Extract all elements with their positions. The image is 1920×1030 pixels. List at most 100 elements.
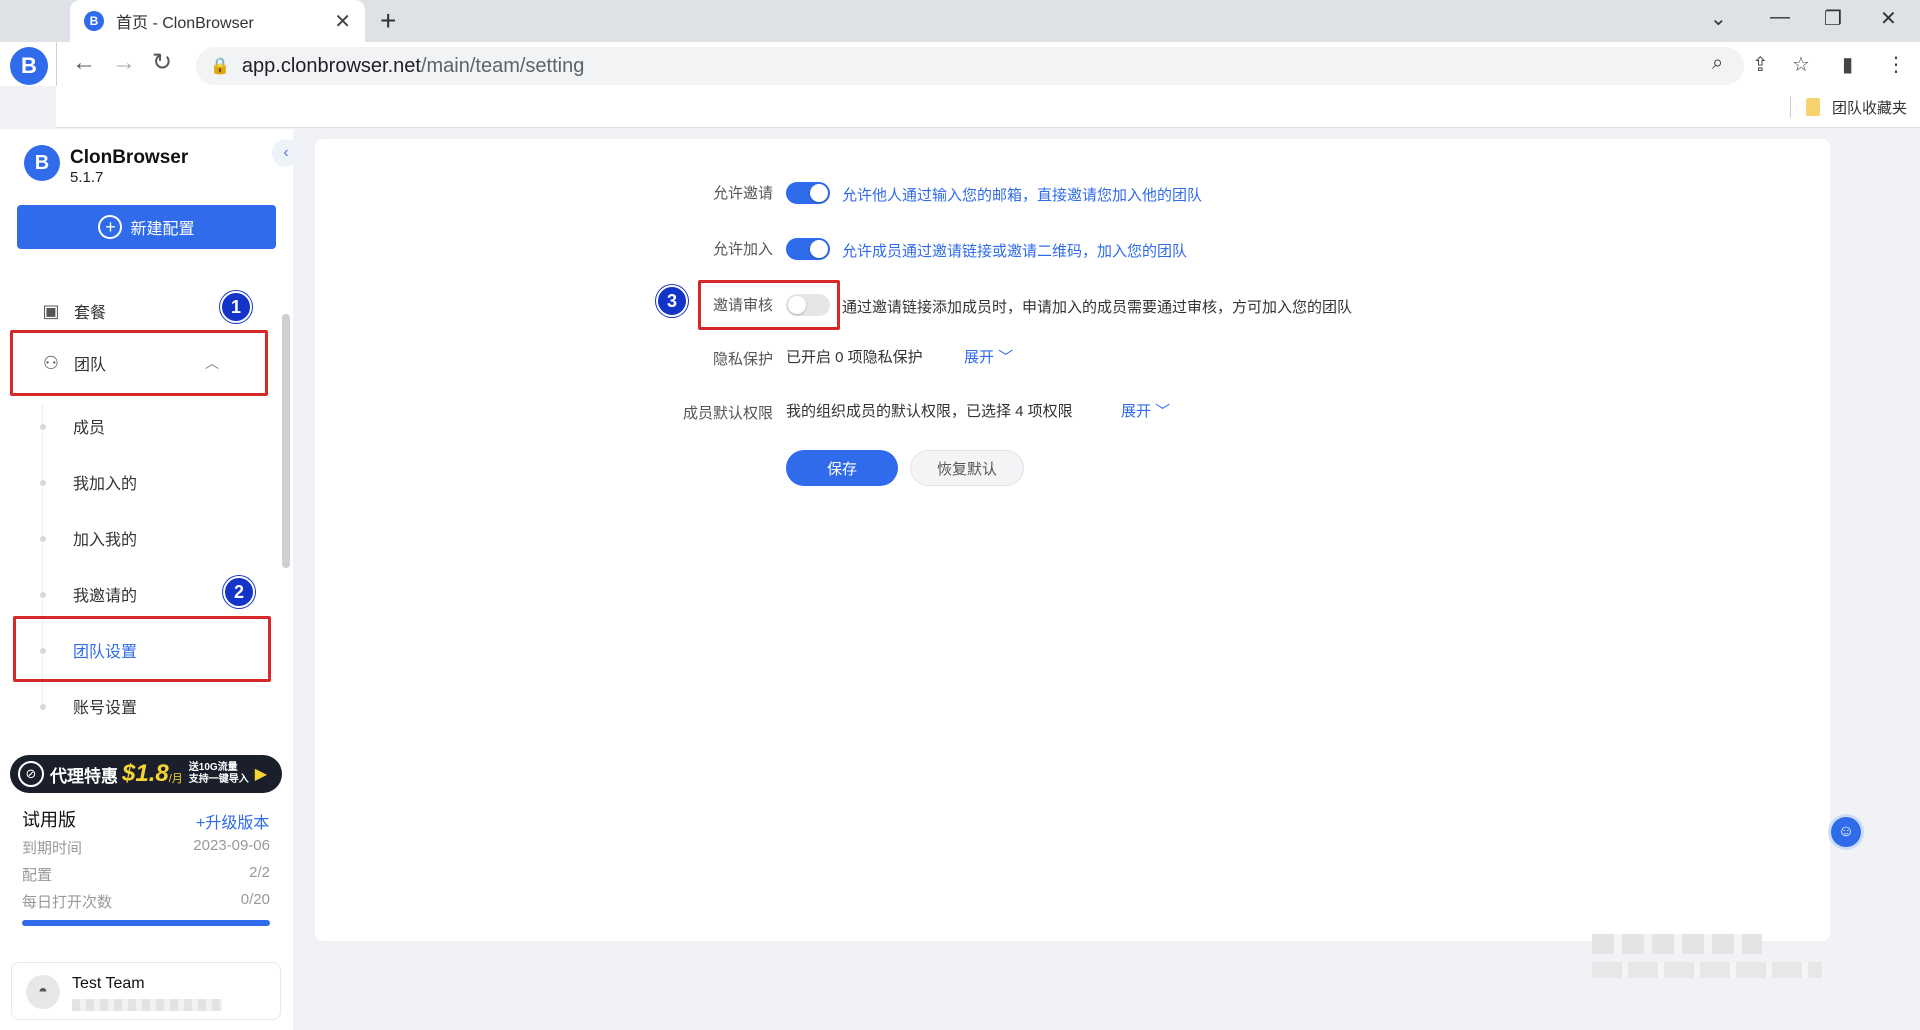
clonbrowser-logo-icon: B [24, 145, 60, 181]
back-icon[interactable]: ← [72, 48, 96, 78]
expand-label: 展开 [1121, 403, 1152, 420]
highlight-box-team-settings [13, 616, 271, 682]
plan-row-value: 2023-09-06 [193, 837, 270, 854]
brand-version: 5.1.7 [70, 169, 104, 186]
tree-dot [40, 480, 46, 486]
expand-label: 展开 [964, 349, 995, 366]
new-config-button[interactable]: + 新建配置 [17, 205, 276, 249]
side-panel-icon[interactable]: ▮ [1842, 52, 1853, 77]
promo-price: $1.8 [122, 760, 169, 787]
menu-kebab-icon[interactable]: ⋮ [1886, 52, 1906, 77]
support-chat-icon[interactable]: ☺ [1828, 814, 1864, 850]
highlight-box-team [10, 330, 268, 396]
tab-search-chevron-icon[interactable]: ⌄ [1710, 6, 1727, 31]
allow-join-desc: 允许成员通过邀请链接或邀请二维码，加入您的团队 [842, 243, 1188, 260]
default-perms-label: 成员默认权限 [682, 405, 773, 422]
tree-dot [40, 704, 46, 710]
step-badge-3: 3 [656, 285, 688, 317]
chevron-down-icon: ﹀ [994, 349, 1014, 366]
proxy-promo-banner[interactable]: ⊘ 代理特惠 $1.8 /月 送10G流量 支持一键导入 ▶ [10, 755, 282, 793]
reset-default-button[interactable]: 恢复默认 [910, 450, 1024, 486]
maximize-icon[interactable]: ❐ [1824, 6, 1842, 31]
brand-name: ClonBrowser [70, 147, 189, 168]
tree-dot [40, 424, 46, 430]
sidebar-item-members[interactable]: 成员 [73, 414, 105, 438]
account-name: Test Team [72, 975, 145, 992]
allow-invite-toggle[interactable] [786, 182, 830, 204]
allow-join-label: 允许加入 [712, 241, 773, 258]
allow-join-toggle[interactable] [786, 238, 830, 260]
bookmark-star-icon[interactable]: ☆ [1792, 52, 1810, 77]
account-card[interactable]: ◓ Test Team [11, 962, 281, 1020]
upgrade-link[interactable]: +升级版本 [196, 809, 269, 833]
share-icon[interactable]: ⇪ [1752, 52, 1769, 77]
close-tab-icon[interactable]: ✕ [334, 9, 351, 34]
collapse-sidebar-button[interactable]: ‹ [272, 139, 300, 167]
url-path: /main/team/setting [420, 54, 585, 77]
new-config-label: 新建配置 [130, 221, 195, 238]
plan-row-label: 到期时间 [22, 840, 83, 857]
toggle-knob [810, 240, 828, 258]
sidebar-item-label: 套餐 [74, 305, 107, 322]
promo-unit: /月 [168, 773, 183, 785]
allow-invite-label: 允许邀请 [712, 185, 773, 202]
tab-title: 首页 - ClonBrowser [116, 15, 254, 32]
sidebar-item-invited[interactable]: 我邀请的 [73, 582, 137, 606]
no-sign-icon: ⊘ [18, 761, 44, 787]
privacy-label: 隐私保护 [712, 351, 773, 368]
address-bar[interactable]: 🔒 app.clonbrowser.net/main/team/setting [196, 47, 1744, 85]
tab-strip: B 首页 - ClonBrowser ✕ + ⌄ — ❐ ✕ [0, 0, 1920, 42]
avatar: ◓ [26, 975, 60, 1009]
promo-label: 代理特惠 [50, 766, 118, 786]
clonbrowser-favicon-icon: B [84, 11, 104, 31]
blurred-watermark [1592, 934, 1762, 954]
sidebar-item-plan[interactable]: ▣ 套餐 [40, 299, 106, 323]
save-button[interactable]: 保存 [786, 450, 898, 486]
allow-invite-desc: 允许他人通过输入您的邮箱，直接邀请您加入他的团队 [842, 187, 1203, 204]
tree-dot [40, 536, 46, 542]
plan-row-value: 2/2 [249, 864, 270, 881]
sidebar-item-account-settings[interactable]: 账号设置 [73, 694, 137, 718]
clonbrowser-app-icon[interactable]: B [10, 47, 48, 85]
plan-row-label: 配置 [22, 867, 53, 884]
invite-review-desc: 通过邀请链接添加成员时，申请加入的成员需要通过审核，方可加入您的团队 [842, 299, 1353, 316]
bookmark-bar [56, 86, 1920, 128]
lock-icon: 🔒 [210, 58, 230, 75]
url-host: app.clonbrowser.net [241, 54, 421, 77]
play-arrow-icon: ▶ [254, 766, 268, 783]
forward-icon[interactable]: → [112, 48, 136, 78]
plus-circle-icon: + [98, 215, 123, 239]
new-tab-button[interactable]: + [380, 6, 396, 36]
bookmark-separator [1790, 96, 1791, 118]
zoom-icon[interactable]: ⌕ [1712, 52, 1723, 75]
blurred-watermark [1592, 962, 1822, 978]
toggle-knob [810, 184, 828, 202]
menu-scrollbar[interactable] [282, 314, 290, 568]
promo-sub-line2: 支持一键导入 [188, 774, 249, 785]
sidebar: B ClonBrowser 5.1.7 ‹ + 新建配置 ▣ 套餐 ⚇ 团队 ︿… [0, 129, 300, 1030]
account-email-redacted [72, 999, 222, 1011]
step-badge-2: 2 [223, 576, 255, 608]
close-window-icon[interactable]: ✕ [1880, 6, 1897, 31]
sidebar-item-joined-me[interactable]: 加入我的 [73, 526, 137, 550]
usage-progress-bar [22, 920, 270, 926]
step-badge-1: 1 [220, 291, 252, 323]
plan-row-label: 每日打开次数 [22, 894, 113, 911]
sidebar-item-joined[interactable]: 我加入的 [73, 470, 137, 494]
wallet-icon: ▣ [42, 300, 60, 321]
chevron-down-icon: ﹀ [1151, 403, 1171, 420]
plan-title: 试用版 [22, 810, 76, 830]
browser-tab[interactable]: B 首页 - ClonBrowser ✕ [70, 0, 365, 42]
promo-sub: 送10G流量 支持一键导入 [189, 762, 249, 786]
plan-row-value: 0/20 [240, 891, 270, 908]
tree-dot [40, 592, 46, 598]
folder-icon [1806, 98, 1820, 116]
default-perms-expand-link[interactable]: 展开 ﹀ [1121, 400, 1170, 421]
default-perms-desc: 我的组织成员的默认权限，已选择 4 项权限 [786, 403, 1073, 420]
privacy-expand-link[interactable]: 展开 ﹀ [964, 346, 1013, 367]
bookmark-team-folder[interactable]: 团队收藏夹 [1832, 97, 1907, 118]
promo-sub-line1: 送10G流量 [188, 762, 238, 773]
reload-icon[interactable]: ↻ [152, 48, 172, 78]
highlight-box-invite-review [698, 280, 840, 330]
minimize-icon[interactable]: — [1770, 6, 1790, 29]
